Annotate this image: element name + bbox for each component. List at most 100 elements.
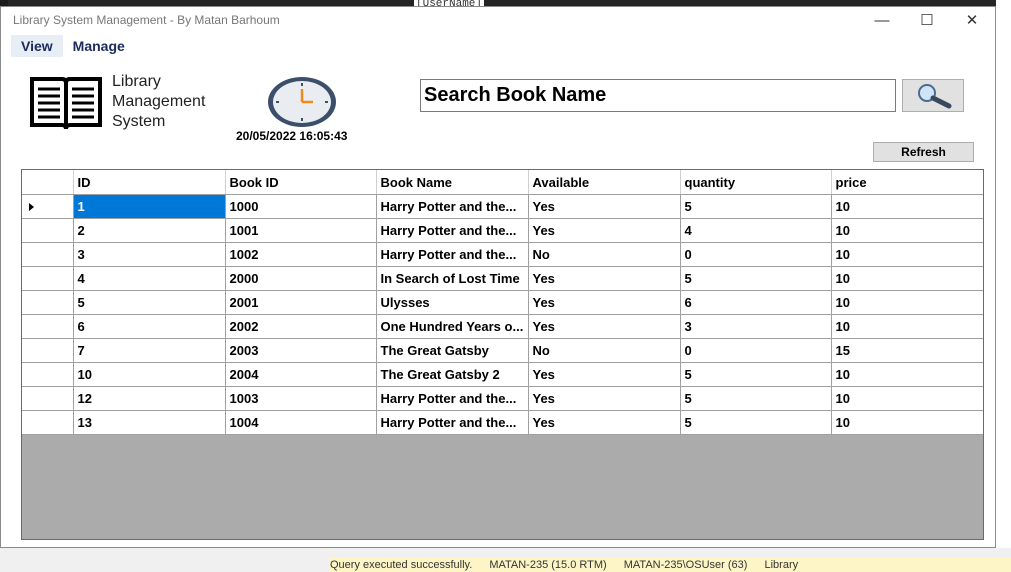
cell-book-id[interactable]: 1001 <box>225 218 377 243</box>
refresh-button[interactable]: Refresh <box>873 142 974 162</box>
cell-price[interactable]: 10 <box>831 290 983 315</box>
cell-book-id[interactable]: 2004 <box>225 362 377 387</box>
row-header[interactable] <box>22 290 74 315</box>
column-header-available[interactable]: Available <box>528 170 681 195</box>
background-right-edge <box>996 0 1011 572</box>
table-row[interactable]: 12 1003 Harry Potter and the... Yes 5 10 <box>22 386 983 411</box>
row-header[interactable] <box>22 410 74 435</box>
row-header[interactable] <box>22 266 74 291</box>
column-header-price[interactable]: price <box>831 170 983 195</box>
cell-book-id[interactable]: 1000 <box>225 194 377 219</box>
cell-id[interactable]: 6 <box>73 314 226 339</box>
window-title: Library System Management - By Matan Bar… <box>13 13 280 27</box>
cell-available[interactable]: Yes <box>528 386 681 411</box>
menu-view[interactable]: View <box>11 35 63 57</box>
cell-book-name[interactable]: One Hundred Years o... <box>376 314 529 339</box>
row-header[interactable] <box>22 362 74 387</box>
minimize-button[interactable]: — <box>859 7 905 33</box>
column-header-quantity[interactable]: quantity <box>680 170 832 195</box>
cell-quantity[interactable]: 5 <box>680 362 832 387</box>
cell-price[interactable]: 10 <box>831 362 983 387</box>
cell-id[interactable]: 5 <box>73 290 226 315</box>
table-row[interactable]: 13 1004 Harry Potter and the... Yes 5 10 <box>22 410 983 435</box>
cell-book-id[interactable]: 2000 <box>225 266 377 291</box>
cell-available[interactable]: Yes <box>528 314 681 339</box>
cell-book-id[interactable]: 1003 <box>225 386 377 411</box>
cell-id[interactable]: 12 <box>73 386 226 411</box>
cell-id[interactable]: 4 <box>73 266 226 291</box>
cell-available[interactable]: Yes <box>528 218 681 243</box>
maximize-button[interactable]: ☐ <box>904 7 950 33</box>
cell-available[interactable]: No <box>528 338 681 363</box>
cell-book-id[interactable]: 2001 <box>225 290 377 315</box>
cell-book-name[interactable]: Harry Potter and the... <box>376 410 529 435</box>
cell-id[interactable]: 7 <box>73 338 226 363</box>
row-header[interactable] <box>22 218 74 243</box>
close-button[interactable]: ✕ <box>949 7 995 33</box>
menu-manage[interactable]: Manage <box>63 35 135 57</box>
cell-id[interactable]: 10 <box>73 362 226 387</box>
app-title-line: Library <box>112 73 161 90</box>
table-row[interactable]: 4 2000 In Search of Lost Time Yes 5 10 <box>22 266 983 291</box>
cell-available[interactable]: Yes <box>528 290 681 315</box>
row-header[interactable] <box>22 314 74 339</box>
cell-price[interactable]: 10 <box>831 194 983 219</box>
cell-available[interactable]: Yes <box>528 194 681 219</box>
cell-price[interactable]: 15 <box>831 338 983 363</box>
cell-price[interactable]: 10 <box>831 218 983 243</box>
cell-available[interactable]: No <box>528 242 681 267</box>
cell-book-name[interactable]: Harry Potter and the... <box>376 386 529 411</box>
column-header-id[interactable]: ID <box>73 170 226 195</box>
table-row[interactable]: 1 1000 Harry Potter and the... Yes 5 10 <box>22 194 983 219</box>
column-header-book-name[interactable]: Book Name <box>376 170 529 195</box>
cell-available[interactable]: Yes <box>528 362 681 387</box>
cell-book-name[interactable]: The Great Gatsby <box>376 338 529 363</box>
cell-book-name[interactable]: Harry Potter and the... <box>376 218 529 243</box>
cell-quantity[interactable]: 4 <box>680 218 832 243</box>
row-header[interactable] <box>22 242 74 267</box>
cell-book-name[interactable]: Harry Potter and the... <box>376 242 529 267</box>
books-grid[interactable]: ID Book ID Book Name Available quantity … <box>21 169 984 540</box>
cell-book-name[interactable]: Harry Potter and the... <box>376 194 529 219</box>
cell-available[interactable]: Yes <box>528 266 681 291</box>
row-header[interactable] <box>22 338 74 363</box>
cell-book-id[interactable]: 2003 <box>225 338 377 363</box>
table-row[interactable]: 7 2003 The Great Gatsby No 0 15 <box>22 338 983 363</box>
title-bar[interactable]: Library System Management - By Matan Bar… <box>1 7 995 33</box>
cell-book-id[interactable]: 2002 <box>225 314 377 339</box>
cell-price[interactable]: 10 <box>831 386 983 411</box>
table-row[interactable]: 5 2001 Ulysses Yes 6 10 <box>22 290 983 315</box>
row-header[interactable] <box>22 194 74 219</box>
cell-id[interactable]: 1 <box>73 194 226 219</box>
cell-book-id[interactable]: 1004 <box>225 410 377 435</box>
cell-id[interactable]: 2 <box>73 218 226 243</box>
table-row[interactable]: 6 2002 One Hundred Years o... Yes 3 10 <box>22 314 983 339</box>
row-header-corner <box>22 170 74 195</box>
search-button[interactable] <box>902 79 964 112</box>
cell-quantity[interactable]: 0 <box>680 242 832 267</box>
cell-quantity[interactable]: 5 <box>680 266 832 291</box>
cell-price[interactable]: 10 <box>831 242 983 267</box>
cell-book-id[interactable]: 1002 <box>225 242 377 267</box>
cell-price[interactable]: 10 <box>831 314 983 339</box>
cell-quantity[interactable]: 5 <box>680 386 832 411</box>
column-header-book-id[interactable]: Book ID <box>225 170 377 195</box>
cell-price[interactable]: 10 <box>831 266 983 291</box>
search-input[interactable] <box>420 79 896 112</box>
cell-quantity[interactable]: 5 <box>680 410 832 435</box>
table-row[interactable]: 3 1002 Harry Potter and the... No 0 10 <box>22 242 983 267</box>
table-row[interactable]: 2 1001 Harry Potter and the... Yes 4 10 <box>22 218 983 243</box>
cell-available[interactable]: Yes <box>528 410 681 435</box>
row-header[interactable] <box>22 386 74 411</box>
cell-book-name[interactable]: The Great Gatsby 2 <box>376 362 529 387</box>
cell-price[interactable]: 10 <box>831 410 983 435</box>
cell-quantity[interactable]: 3 <box>680 314 832 339</box>
cell-quantity[interactable]: 6 <box>680 290 832 315</box>
cell-book-name[interactable]: In Search of Lost Time <box>376 266 529 291</box>
cell-quantity[interactable]: 5 <box>680 194 832 219</box>
cell-quantity[interactable]: 0 <box>680 338 832 363</box>
cell-book-name[interactable]: Ulysses <box>376 290 529 315</box>
cell-id[interactable]: 3 <box>73 242 226 267</box>
cell-id[interactable]: 13 <box>73 410 226 435</box>
table-row[interactable]: 10 2004 The Great Gatsby 2 Yes 5 10 <box>22 362 983 387</box>
